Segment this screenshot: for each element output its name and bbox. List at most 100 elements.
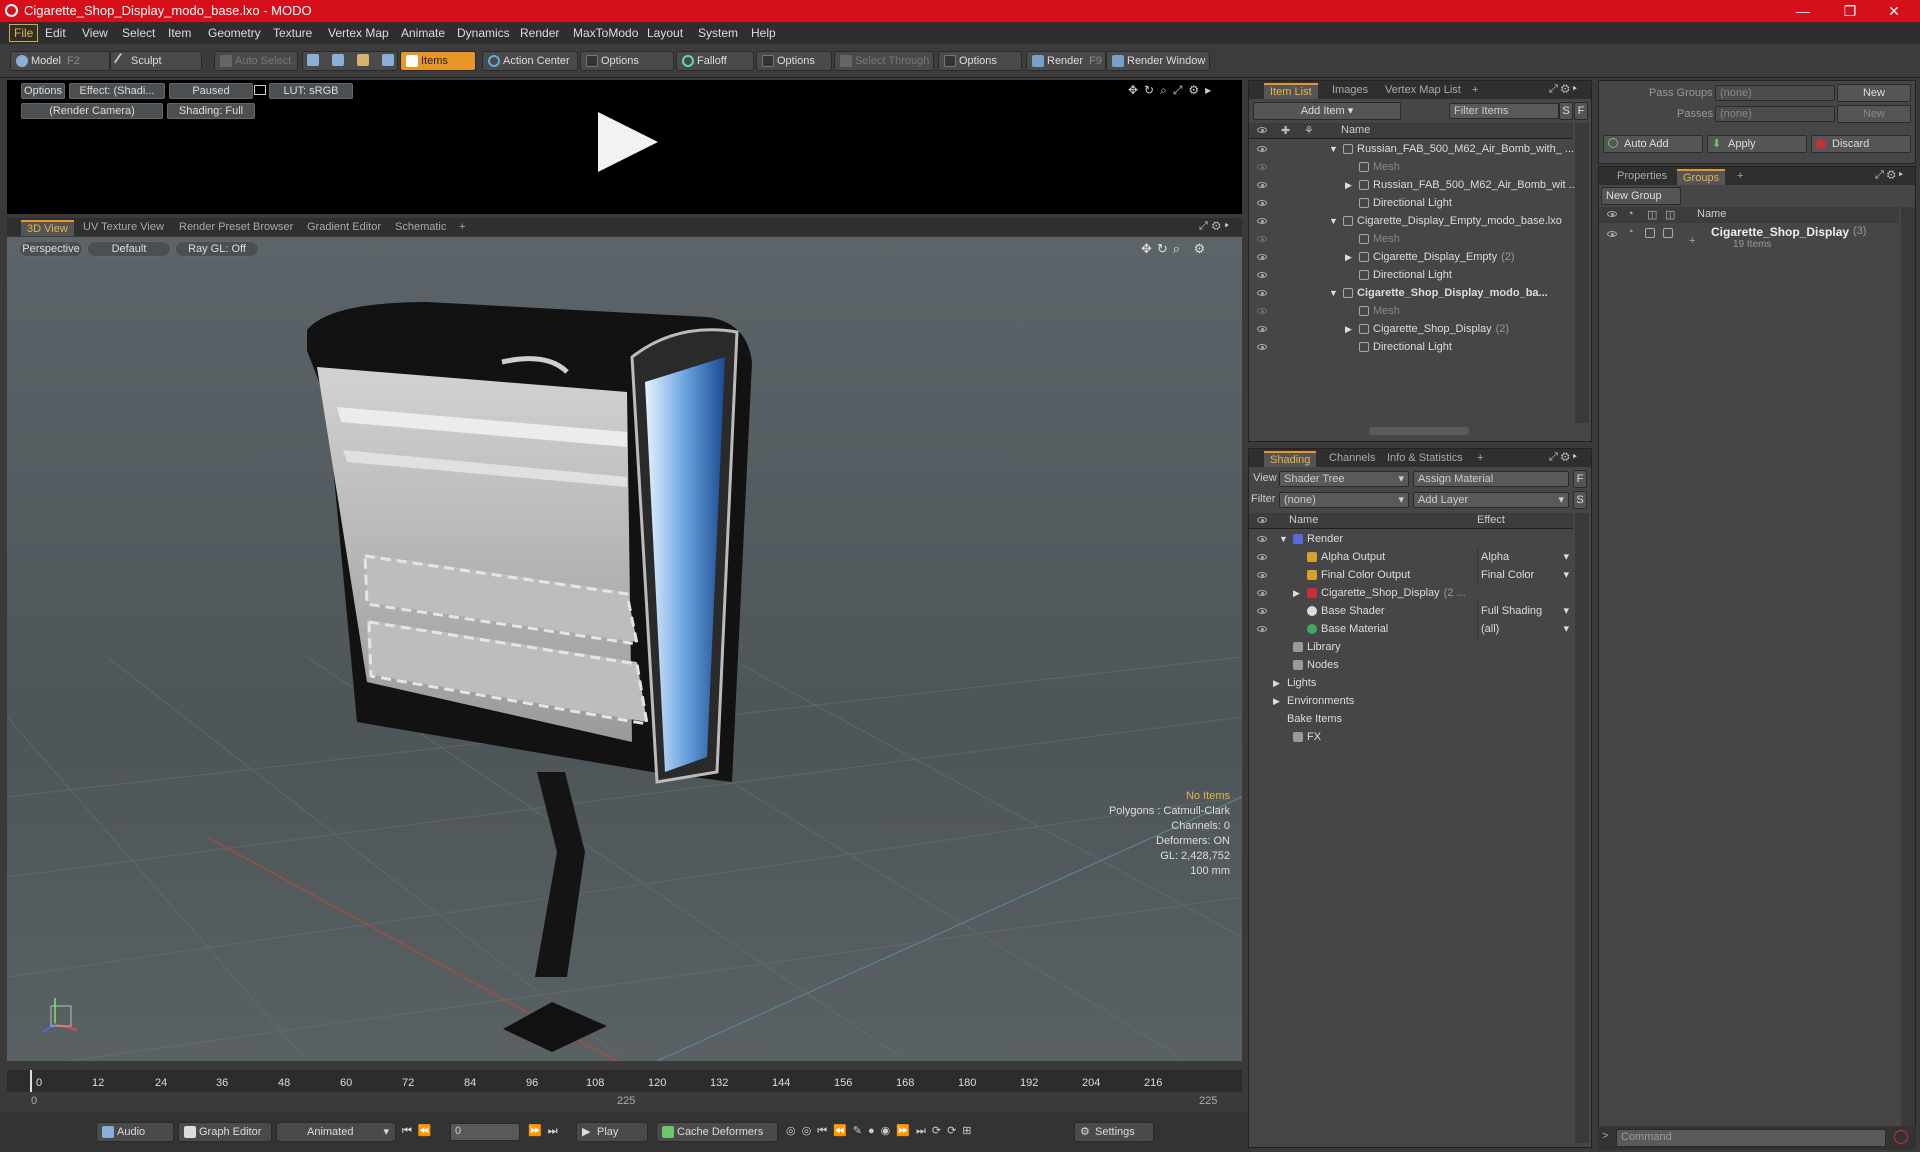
- layer-effect-dropdown[interactable]: (all) ▾: [1477, 620, 1571, 638]
- collapse-arrow-icon[interactable]: ▼: [1329, 140, 1338, 158]
- visibility-icon[interactable]: [1257, 200, 1267, 206]
- shader-tree-scrollbar[interactable]: [1575, 513, 1589, 1143]
- item-tree-row[interactable]: ▼ Cigarette_Shop_Display_modo_ba...: [1249, 284, 1573, 302]
- visibility-icon[interactable]: [1257, 572, 1267, 578]
- shader-tree-row[interactable]: ▶ Environments: [1249, 692, 1573, 710]
- expand-arrow-icon[interactable]: ▶: [1293, 584, 1300, 602]
- tab-schematic[interactable]: Schematic: [389, 220, 452, 236]
- select-through-button[interactable]: Select Through: [834, 51, 934, 71]
- visibility-icon[interactable]: [1257, 272, 1267, 278]
- visibility-icon[interactable]: [1257, 590, 1267, 596]
- skip-back-icons[interactable]: ⏮⏪: [402, 1124, 438, 1138]
- add-item-button[interactable]: Add Item ▾: [1253, 102, 1401, 120]
- expand-arrow-icon[interactable]: ▶: [1345, 248, 1352, 266]
- visibility-icon[interactable]: [1257, 554, 1267, 560]
- perspective-dropdown[interactable]: Perspective: [19, 241, 83, 257]
- menu-animate[interactable]: Animate: [401, 26, 445, 40]
- item-tree-row[interactable]: Directional Light: [1249, 266, 1573, 284]
- preview-nav-icons[interactable]: ✥↻⌕⤢⚙▸: [1128, 83, 1217, 98]
- visibility-icon[interactable]: [1257, 146, 1267, 152]
- tab-groups[interactable]: Groups: [1677, 169, 1726, 185]
- animated-dropdown[interactable]: Animated ▾: [276, 1122, 396, 1142]
- lock-toggle-icon[interactable]: [1645, 228, 1655, 238]
- effect-column-header[interactable]: Effect: [1477, 514, 1505, 526]
- item-tree-row[interactable]: ▶ Cigarette_Shop_Display (2): [1249, 320, 1573, 338]
- minimize-button[interactable]: —: [1783, 1, 1823, 21]
- shader-tree-row[interactable]: Library: [1249, 638, 1573, 656]
- visibility-icon[interactable]: [1257, 218, 1267, 224]
- visibility-icon[interactable]: [1257, 164, 1267, 170]
- timeline-playhead[interactable]: [30, 1070, 32, 1092]
- item-tree-row[interactable]: Directional Light: [1249, 338, 1573, 356]
- passes-dropdown[interactable]: (none): [1715, 106, 1835, 122]
- items-mode-button[interactable]: Items: [400, 51, 476, 71]
- menu-system[interactable]: System: [698, 26, 738, 40]
- pass-groups-dropdown[interactable]: (none): [1715, 85, 1835, 101]
- 3d-viewport[interactable]: Perspective Default Ray GL: Off ✥↻⌕ ⚙ No…: [7, 237, 1242, 1061]
- layer-effect-dropdown[interactable]: Alpha ▾: [1477, 548, 1571, 566]
- filter-s-button[interactable]: S: [1559, 102, 1573, 120]
- visibility-icon[interactable]: [1257, 344, 1267, 350]
- action-center-button[interactable]: Action Center: [482, 51, 578, 71]
- name-column-header[interactable]: Name: [1697, 208, 1726, 220]
- menu-help[interactable]: Help: [751, 26, 776, 40]
- menu-item[interactable]: Item: [168, 26, 191, 40]
- shader-tree-row[interactable]: ▶ Cigarette_Shop_Display (2 ...: [1249, 584, 1573, 602]
- item-tree-row[interactable]: ▶ Cigarette_Display_Empty (2): [1249, 248, 1573, 266]
- vertices-mode-icon[interactable]: [307, 54, 319, 66]
- visibility-icon[interactable]: [1257, 290, 1267, 296]
- expand-arrow-icon[interactable]: ▶: [1345, 320, 1352, 338]
- group-row[interactable]: ◔ + Cigarette_Shop_Display (3) 19 Items: [1599, 225, 1899, 261]
- settings-button[interactable]: ⚙ Settings: [1074, 1122, 1154, 1142]
- shader-tree-row[interactable]: FX: [1249, 728, 1573, 746]
- command-input[interactable]: Command: [1616, 1129, 1886, 1147]
- view-dropdown[interactable]: Shader Tree ▾: [1279, 471, 1409, 487]
- expand-icon[interactable]: +: [1689, 235, 1695, 247]
- menu-vertex-map[interactable]: Vertex Map: [328, 26, 389, 40]
- shader-tree-row[interactable]: ▼ Render: [1249, 530, 1573, 548]
- preview-lut-dropdown[interactable]: LUT: sRGB: [269, 83, 353, 99]
- visibility-icon[interactable]: [1257, 326, 1267, 332]
- key-tools-icons[interactable]: ◎◎⏮⏪✎●◉⏩⏭⟳⟳⊞: [786, 1124, 978, 1138]
- menu-maxtomodo[interactable]: MaxToModo: [573, 26, 638, 40]
- item-list-scrollbar[interactable]: [1575, 123, 1589, 423]
- expand-arrow-icon[interactable]: ▶: [1345, 176, 1352, 194]
- tab-shading[interactable]: Shading: [1264, 451, 1317, 467]
- play-render-icon[interactable]: [592, 108, 662, 178]
- visibility-icon[interactable]: [1257, 536, 1267, 542]
- tab-channels[interactable]: Channels: [1323, 451, 1381, 467]
- add-tab-button[interactable]: +: [1466, 83, 1484, 99]
- expand-arrow-icon[interactable]: ▶: [1273, 674, 1280, 692]
- menu-dynamics[interactable]: Dynamics: [457, 26, 510, 40]
- groups-scrollbar[interactable]: [1901, 207, 1915, 1127]
- shader-tree-row[interactable]: Base Material (all) ▾: [1249, 620, 1573, 638]
- layer-effect-dropdown[interactable]: Final Color ▾: [1477, 566, 1571, 584]
- auto-select-button[interactable]: Auto Select: [214, 51, 298, 71]
- menu-select[interactable]: Select: [122, 26, 155, 40]
- new-pass-group-button[interactable]: New: [1837, 84, 1911, 102]
- timeline-ruler[interactable]: 0 12 24 36 48 60 72 84 96 108 120 132 14…: [7, 1070, 1242, 1092]
- render-button[interactable]: Render F9: [1026, 51, 1106, 71]
- apply-button[interactable]: ⬇ Apply: [1707, 135, 1807, 153]
- render-toggle-icon[interactable]: ◔: [1627, 226, 1634, 238]
- tab-3d-view[interactable]: 3D View: [21, 220, 74, 236]
- preview-effect-dropdown[interactable]: Effect: (Shadi...: [69, 83, 165, 99]
- add-tab-button[interactable]: +: [453, 220, 471, 236]
- tab-uv-texture-view[interactable]: UV Texture View: [77, 220, 170, 236]
- viewport-nav-icons[interactable]: ✥↻⌕ ⚙: [1141, 241, 1210, 257]
- materials-mode-icon[interactable]: [382, 54, 395, 66]
- item-tree-row[interactable]: ▼ Cigarette_Display_Empty_modo_base.lxo: [1249, 212, 1573, 230]
- assign-material-button[interactable]: Assign Material: [1413, 471, 1569, 487]
- select-toggle-icon[interactable]: [1663, 228, 1673, 238]
- shader-tree-row[interactable]: Nodes: [1249, 656, 1573, 674]
- shading-s-button[interactable]: S: [1573, 491, 1587, 509]
- close-button[interactable]: ✕: [1874, 1, 1914, 21]
- filter-dropdown[interactable]: (none) ▾: [1279, 492, 1409, 508]
- shading-f-button[interactable]: F: [1573, 470, 1587, 488]
- layer-effect-dropdown[interactable]: Full Shading ▾: [1477, 602, 1571, 620]
- timeline[interactable]: 0 12 24 36 48 60 72 84 96 108 120 132 14…: [7, 1068, 1242, 1110]
- item-tree-row[interactable]: Directional Light: [1249, 194, 1573, 212]
- shader-tree-row[interactable]: Base Shader Full Shading ▾: [1249, 602, 1573, 620]
- model-mode-button[interactable]: Model F2: [10, 51, 110, 71]
- skip-forward-icons[interactable]: ⏩⏭: [528, 1124, 564, 1138]
